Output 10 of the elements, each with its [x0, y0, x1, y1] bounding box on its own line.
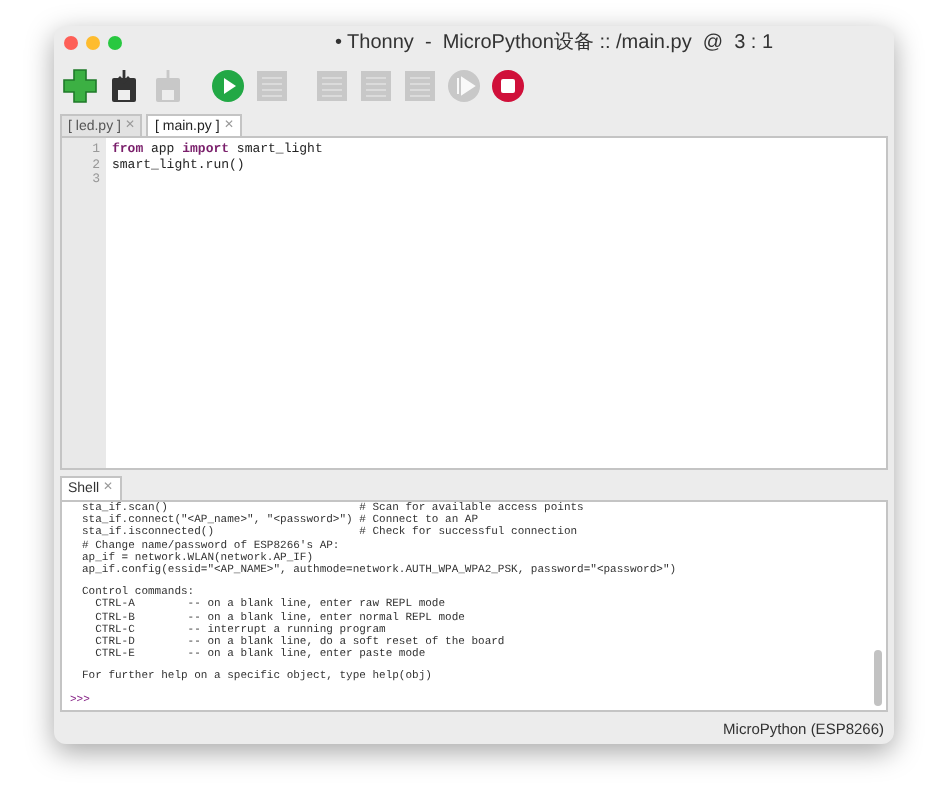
play-icon[interactable]: [210, 68, 246, 104]
shell-panel[interactable]: [60, 500, 888, 712]
scrollbar-thumb[interactable]: [874, 650, 882, 706]
stop-icon[interactable]: [490, 68, 526, 104]
floppy-disk-icon[interactable]: [106, 68, 142, 104]
plus-icon[interactable]: [62, 68, 98, 104]
window-title: • Thonny - MicroPython设备 :: /main.py @ 3 : 1: [332, 31, 776, 55]
close-window-button[interactable]: [64, 36, 78, 50]
zoom-window-button[interactable]: [108, 36, 122, 50]
minimize-window-button[interactable]: [86, 36, 100, 50]
